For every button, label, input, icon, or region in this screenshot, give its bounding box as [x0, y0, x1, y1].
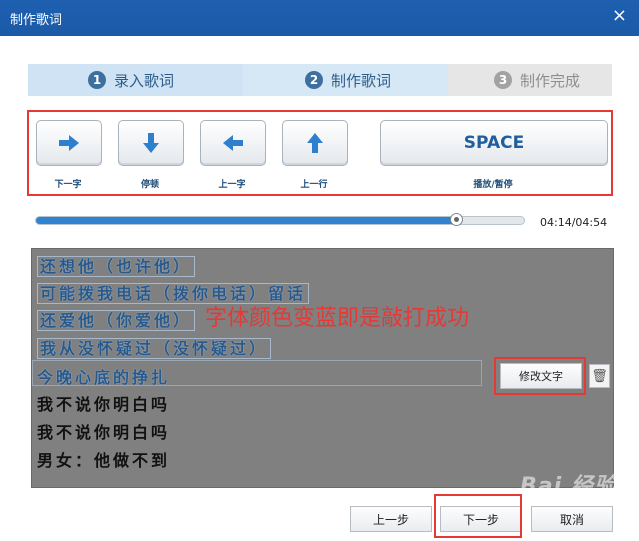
lyric-maker-window: 制作歌词 × 1 录入歌词 2 制作歌词 3 制作完成 下一字 停顿 上一字 上…: [0, 0, 639, 541]
next-char-label: 下一字: [54, 180, 82, 190]
arrow-right-icon: [59, 135, 79, 151]
next-highlight-box: [434, 494, 522, 538]
pause-button[interactable]: [118, 120, 184, 166]
step-3: 3 制作完成: [448, 64, 612, 96]
step-1-number: 1: [88, 71, 106, 89]
step-1-label: 录入歌词: [114, 71, 175, 90]
pause-label: 停顿: [140, 180, 159, 190]
progress-knob[interactable]: [449, 213, 463, 226]
lyric-line-done: 我从没怀疑过（没怀疑过）: [37, 335, 272, 359]
cancel-button[interactable]: 取消: [531, 506, 613, 532]
step-indicator: 1 录入歌词 2 制作歌词 3 制作完成: [28, 64, 612, 96]
progress-fill: [36, 217, 456, 224]
trash-icon[interactable]: 🗑: [589, 364, 610, 388]
title-bar: 制作歌词 ×: [0, 0, 639, 36]
watermark: Bai 经验: [520, 474, 617, 499]
space-button[interactable]: SPACE: [380, 120, 608, 166]
prev-line-button[interactable]: [282, 120, 348, 166]
lyric-line-done: 还爱他（你爱他）: [37, 307, 196, 331]
arrow-left-icon: [223, 135, 243, 151]
prev-char-button[interactable]: [200, 120, 266, 166]
lyric-line-done: 还想他（也许他）: [37, 253, 196, 277]
prev-char-label: 上一字: [218, 180, 246, 190]
lyric-line-pending: 我不说你明白吗: [37, 395, 171, 414]
prev-line-label: 上一行: [300, 180, 328, 190]
step-3-label: 制作完成: [520, 71, 581, 90]
lyric-line-pending: 我不说你明白吗: [37, 423, 171, 442]
step-3-number: 3: [494, 71, 512, 89]
step-2: 2 制作歌词: [243, 64, 448, 96]
next-char-button[interactable]: [36, 120, 102, 166]
step-1: 1 录入歌词: [28, 64, 243, 96]
edit-highlight-box: [494, 357, 586, 395]
playback-time: 04:14/04:54: [540, 216, 608, 229]
current-line-frame: [32, 360, 482, 386]
step-2-label: 制作歌词: [331, 71, 392, 90]
arrow-up-icon: [307, 133, 323, 153]
arrow-down-icon: [143, 133, 159, 153]
step-2-number: 2: [305, 71, 323, 89]
playback-progress-bar[interactable]: [35, 213, 525, 226]
window-title: 制作歌词: [10, 13, 63, 28]
space-label: 播放/暂停: [473, 180, 513, 190]
annotation-text: 字体颜色变蓝即是敲打成功: [205, 306, 470, 331]
close-icon[interactable]: ×: [612, 7, 627, 25]
prev-step-button[interactable]: 上一步: [350, 506, 432, 532]
lyric-line-pending: 男女：他做不到: [37, 451, 171, 470]
